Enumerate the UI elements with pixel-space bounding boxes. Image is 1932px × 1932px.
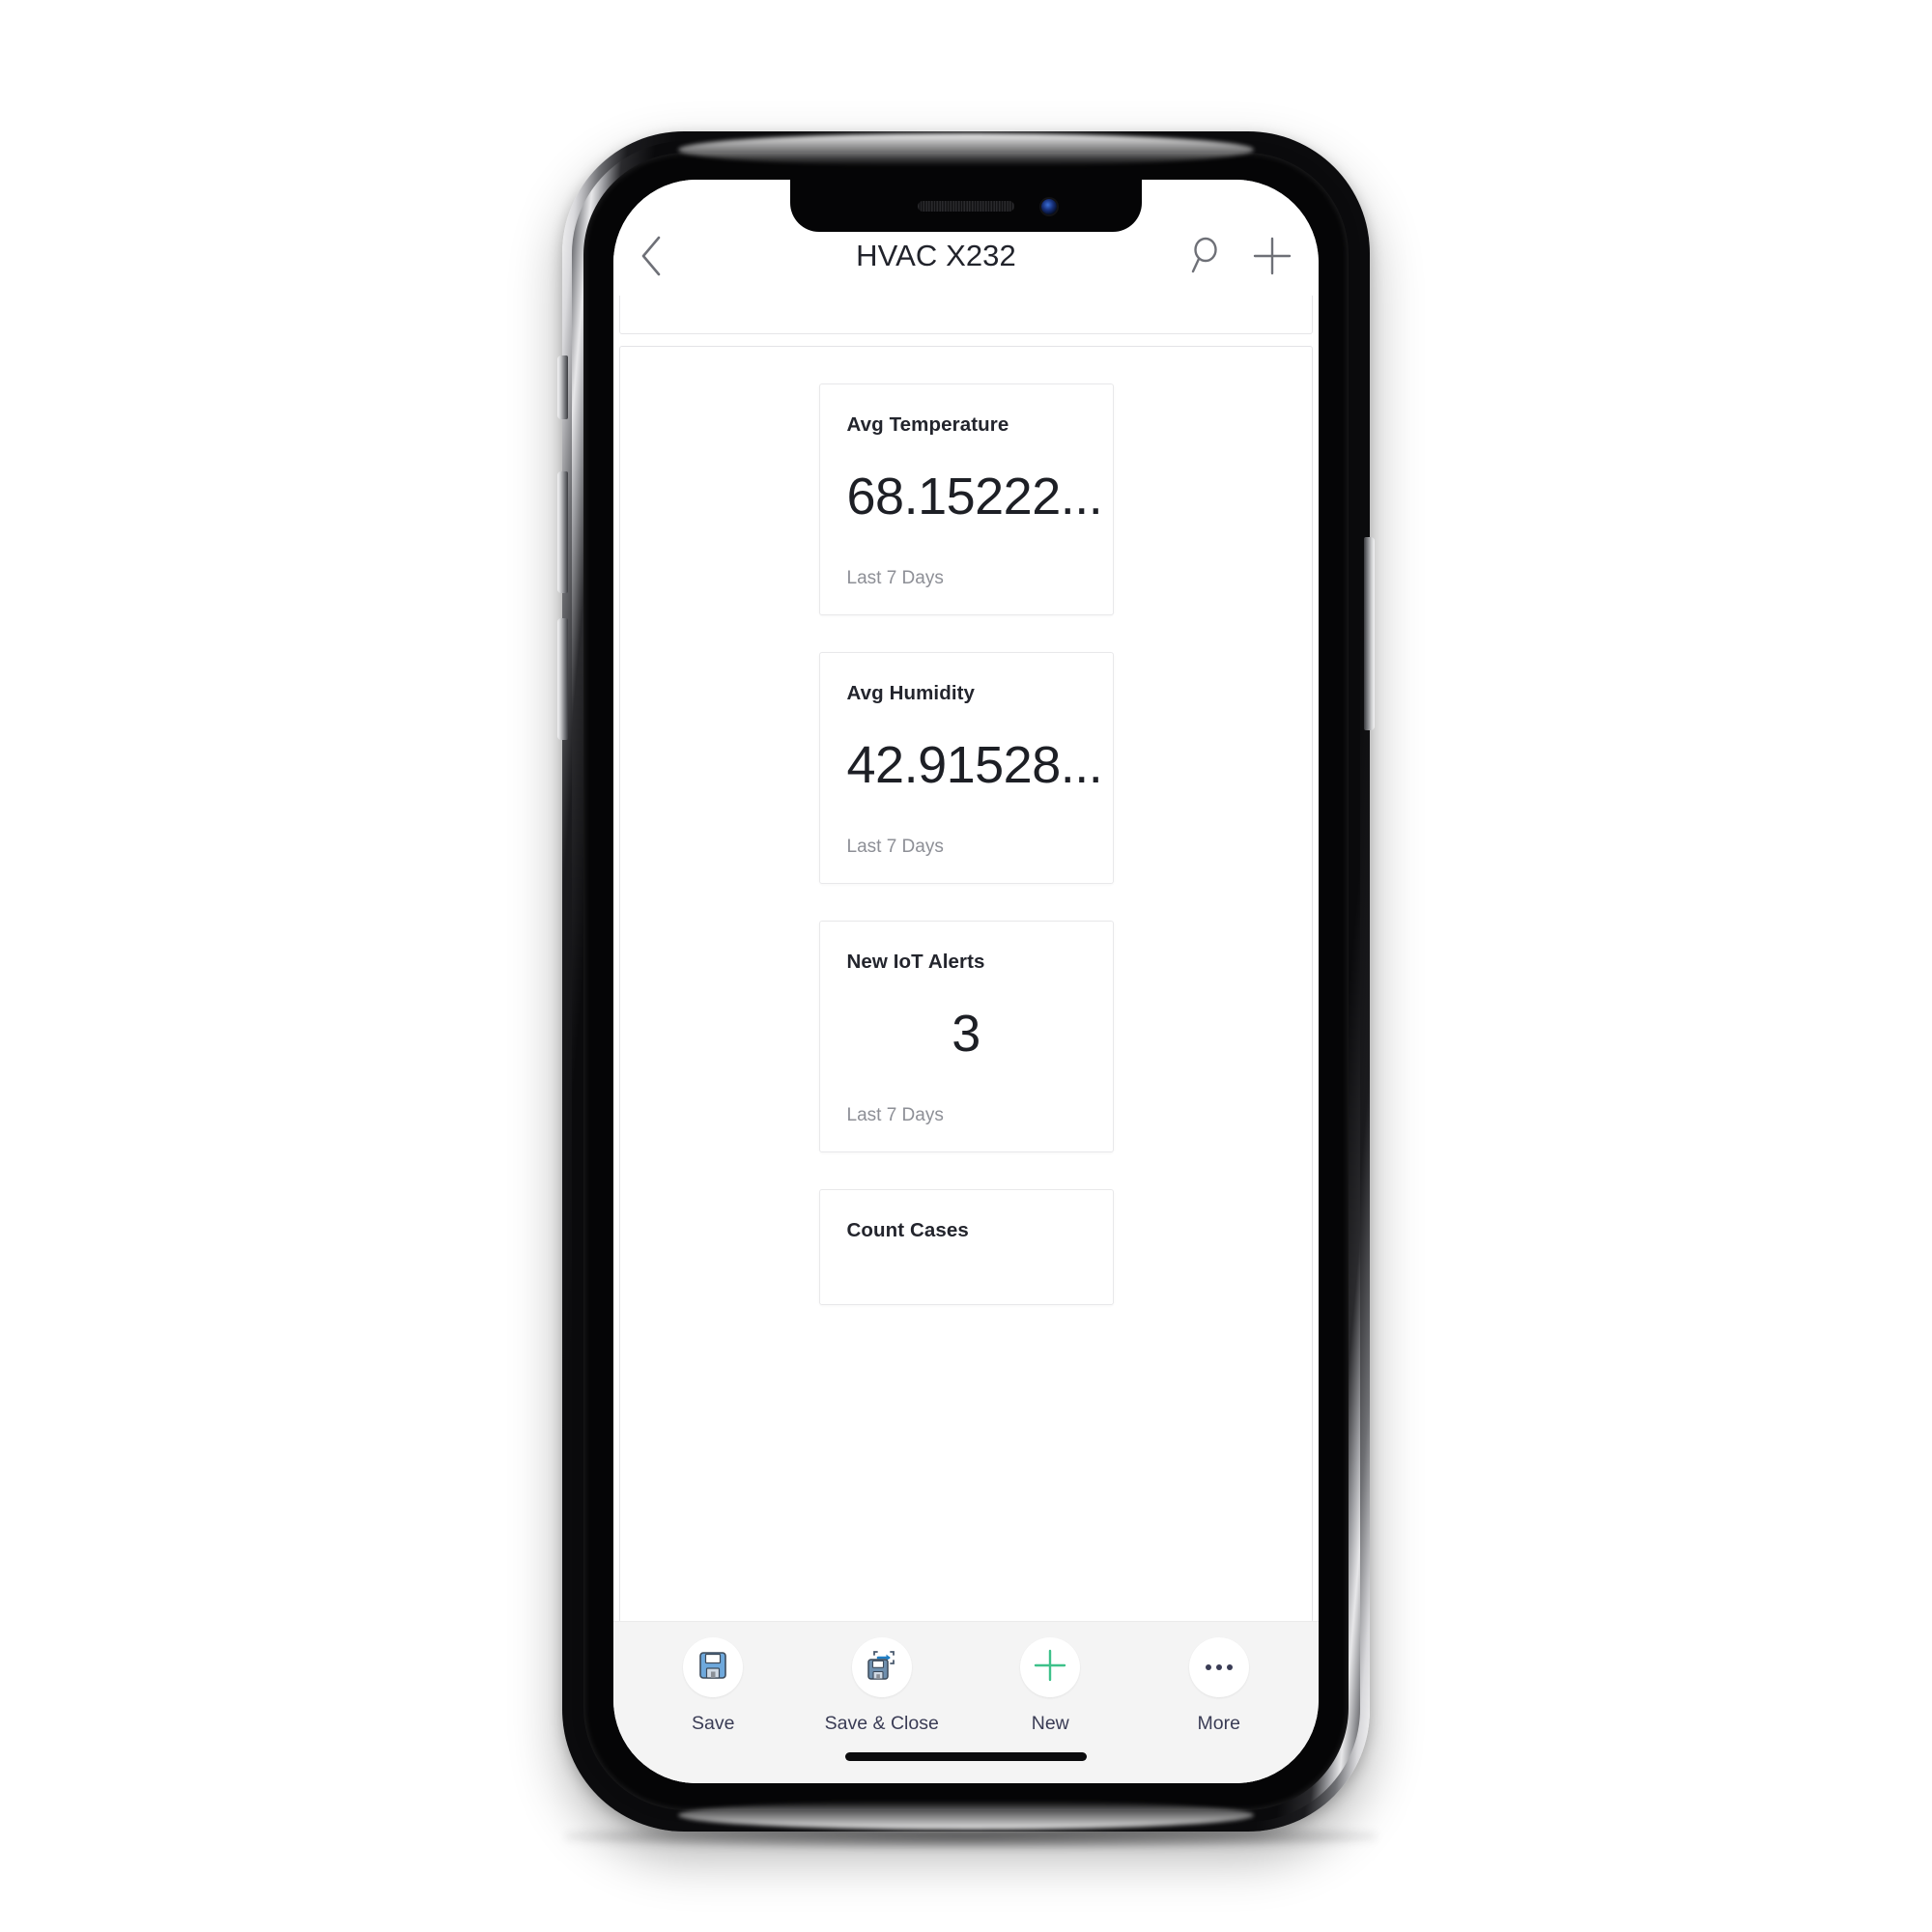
chevron-left-icon — [637, 234, 666, 278]
kpi-card-value: 68.15222... — [846, 467, 1103, 526]
save-icon-circle — [683, 1637, 744, 1697]
mute-switch-button[interactable] — [557, 355, 568, 419]
kpi-card-footer: Last 7 Days — [846, 1105, 944, 1125]
kpi-card-title: Avg Temperature — [846, 413, 1009, 436]
new-icon-circle — [1020, 1637, 1081, 1697]
kpi-card-avg-temperature[interactable]: Avg Temperature 68.15222... Last 7 Days — [818, 384, 1114, 615]
floppy-disk-icon — [697, 1650, 728, 1686]
ellipsis-icon — [1205, 1664, 1233, 1670]
kpi-card-count-cases[interactable]: Count Cases — [818, 1189, 1114, 1305]
kpi-value-region: 68.15222... — [847, 450, 1103, 543]
floppy-disk-arrow-icon — [866, 1649, 898, 1687]
kpi-value-region: 42.91528... — [847, 719, 1103, 811]
front-camera-lens — [1041, 199, 1057, 214]
form-scroll-area[interactable]: Avg Temperature 68.15222... Last 7 Days … — [613, 296, 1319, 1621]
save-close-icon-circle — [851, 1637, 912, 1697]
screenshot-stage: HVAC X232 Avg Temperature 68.15222... La… — [0, 0, 1932, 1932]
frame-gloss-bottom — [678, 1801, 1254, 1830]
home-indicator[interactable] — [845, 1751, 1087, 1761]
volume-down-button[interactable] — [557, 618, 568, 740]
kpi-card-value: 42.91528... — [846, 735, 1103, 794]
previous-section-partial — [619, 296, 1313, 334]
page-title: HVAC X232 — [856, 239, 1016, 272]
more-button[interactable]: More — [1147, 1637, 1292, 1735]
power-side-button[interactable] — [1364, 537, 1375, 730]
save-button[interactable]: Save — [640, 1637, 785, 1735]
kpi-card-footer: Last 7 Days — [846, 837, 944, 857]
kpi-card-title: Count Cases — [846, 1219, 969, 1241]
home-indicator-area — [613, 1729, 1319, 1783]
navbar-actions — [1181, 230, 1295, 282]
kpi-card-title: New IoT Alerts — [846, 951, 985, 973]
kpi-value-region: 3 — [847, 987, 1086, 1080]
new-button[interactable]: New — [978, 1637, 1122, 1735]
kpi-card-footer: Last 7 Days — [846, 568, 944, 588]
frame-gloss-top — [678, 133, 1254, 166]
kpi-card-value: 3 — [952, 1004, 980, 1063]
dashboard-panel: Avg Temperature 68.15222... Last 7 Days … — [619, 346, 1313, 1621]
plus-icon — [1032, 1647, 1068, 1689]
kpi-card-avg-humidity[interactable]: Avg Humidity 42.91528... Last 7 Days — [818, 652, 1114, 884]
plus-icon — [1251, 235, 1293, 277]
volume-up-button[interactable] — [557, 471, 568, 593]
search-icon — [1185, 236, 1224, 276]
kpi-card-new-iot-alerts[interactable]: New IoT Alerts 3 Last 7 Days — [818, 921, 1114, 1152]
more-icon-circle — [1188, 1637, 1249, 1697]
search-button[interactable] — [1181, 230, 1228, 282]
back-button[interactable] — [637, 230, 691, 282]
add-record-button[interactable] — [1249, 230, 1295, 282]
earpiece-speaker-grille — [918, 201, 1014, 212]
save-and-close-button[interactable]: Save & Close — [810, 1637, 954, 1735]
kpi-card-title: Avg Humidity — [846, 682, 976, 704]
phone-screen: HVAC X232 Avg Temperature 68.15222... La… — [613, 180, 1319, 1783]
